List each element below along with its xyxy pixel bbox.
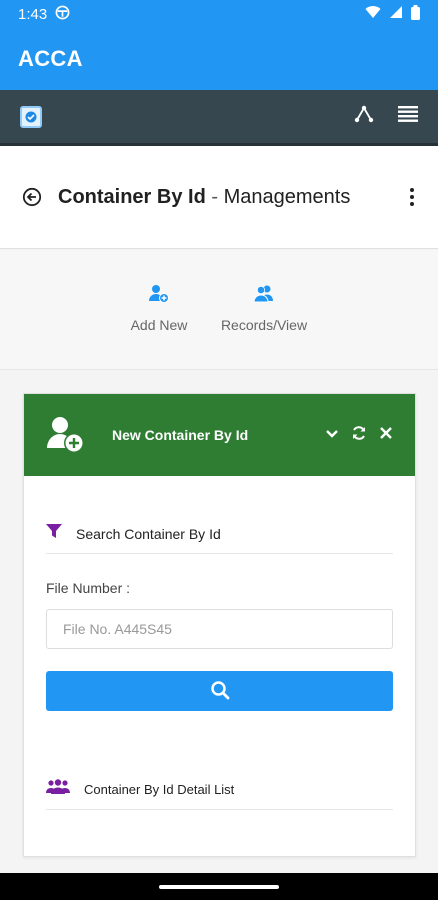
refresh-icon[interactable] (351, 425, 367, 446)
battery-icon (411, 4, 420, 24)
search-icon (210, 680, 230, 703)
status-bar: 1:43 (0, 0, 438, 28)
users-icon (46, 779, 70, 800)
page-title: Container By Id - Managements (58, 186, 350, 209)
vpn-icon (55, 5, 70, 24)
add-new-button[interactable]: Add New (128, 284, 190, 333)
records-view-label: Records/View (220, 317, 308, 333)
page-title-main: Container By Id (58, 185, 206, 208)
search-section-title: Search Container By Id (76, 525, 221, 542)
detail-list-title: Container By Id Detail List (84, 782, 235, 797)
toolbar (0, 90, 438, 146)
page-title-separator: - (205, 185, 224, 208)
records-view-button[interactable]: Records/View (216, 284, 312, 333)
close-icon[interactable] (379, 426, 393, 445)
file-number-label: File Number : (46, 580, 131, 596)
new-container-card: New Container By Id Search Container By … (23, 393, 416, 857)
search-section-header: Search Container By Id (46, 514, 393, 554)
add-new-label: Add New (130, 317, 188, 333)
users-icon (253, 284, 275, 307)
back-arrow-icon[interactable] (20, 185, 44, 209)
wifi-icon (365, 5, 381, 23)
app-bar: ACCA (0, 28, 438, 90)
app-logo-icon[interactable] (20, 105, 42, 128)
chevron-down-icon[interactable] (325, 426, 339, 444)
status-time: 1:43 (18, 5, 48, 23)
app-title: ACCA (18, 46, 83, 71)
more-options-icon[interactable] (406, 188, 418, 206)
page-title-sub: Managements (223, 185, 351, 208)
card-title: New Container By Id (112, 427, 249, 443)
page-header: Container By Id - Managements (0, 146, 438, 249)
detail-list-section-header: Container By Id Detail List (46, 770, 393, 810)
home-gesture-handle[interactable] (159, 884, 279, 889)
action-bar: Add New Records/View (0, 250, 438, 370)
card-header: New Container By Id (24, 394, 415, 476)
filter-icon (46, 524, 62, 543)
sitemap-icon[interactable] (354, 105, 374, 128)
navigation-bar (0, 873, 438, 900)
search-button[interactable] (46, 671, 393, 711)
menu-icon[interactable] (398, 106, 418, 127)
file-number-input[interactable] (46, 609, 393, 649)
add-user-icon (46, 415, 86, 455)
signal-icon (389, 5, 403, 23)
add-user-icon (148, 284, 170, 307)
